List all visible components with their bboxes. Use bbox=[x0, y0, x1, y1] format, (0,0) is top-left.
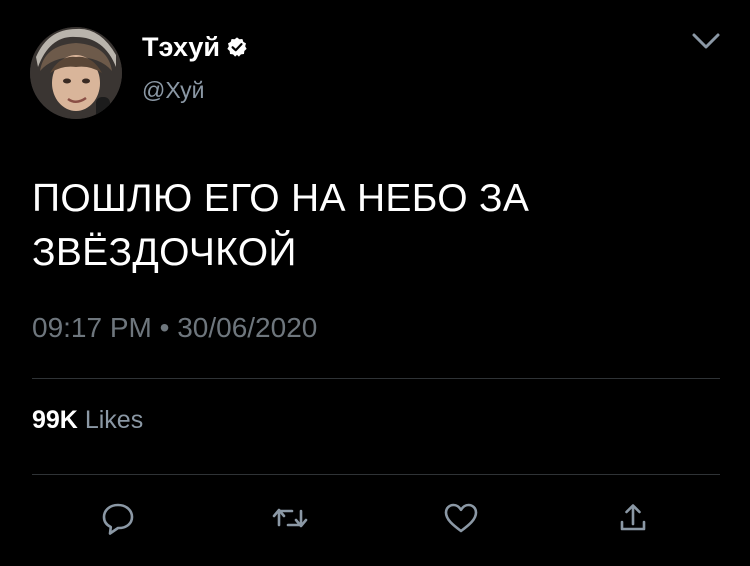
divider bbox=[32, 474, 720, 475]
reply-icon[interactable] bbox=[98, 498, 138, 538]
divider bbox=[32, 378, 720, 379]
likes-label: Likes bbox=[84, 406, 144, 434]
avatar-image bbox=[30, 27, 122, 119]
share-icon[interactable] bbox=[613, 498, 653, 538]
likes-stat[interactable]: 99K Likes bbox=[32, 402, 143, 438]
verified-badge-icon bbox=[226, 36, 248, 58]
tweet-card: Тэхуй @Хуй ПОШЛЮ ЕГО НА НЕБО ЗА ЗВЁЗДОЧК… bbox=[0, 0, 750, 566]
avatar[interactable] bbox=[30, 27, 122, 119]
display-name-row: Тэхуй bbox=[142, 30, 248, 64]
tweet-text-line: ЗВЁЗДОЧКОЙ bbox=[32, 231, 297, 274]
display-name[interactable]: Тэхуй bbox=[142, 30, 220, 64]
likes-count: 99K bbox=[32, 406, 78, 434]
user-handle[interactable]: @Хуй bbox=[142, 76, 205, 104]
tweet-text: ПОШЛЮ ЕГО НА НЕБО ЗА ЗВЁЗДОЧКОЙ bbox=[32, 172, 722, 280]
chevron-down-icon[interactable] bbox=[688, 26, 724, 56]
tweet-text-line: ПОШЛЮ ЕГО НА НЕБО ЗА bbox=[32, 177, 530, 220]
retweet-icon[interactable] bbox=[270, 498, 310, 538]
heart-icon[interactable] bbox=[441, 498, 481, 538]
tweet-timestamp[interactable]: 09:17 PM • 30/06/2020 bbox=[32, 310, 317, 346]
